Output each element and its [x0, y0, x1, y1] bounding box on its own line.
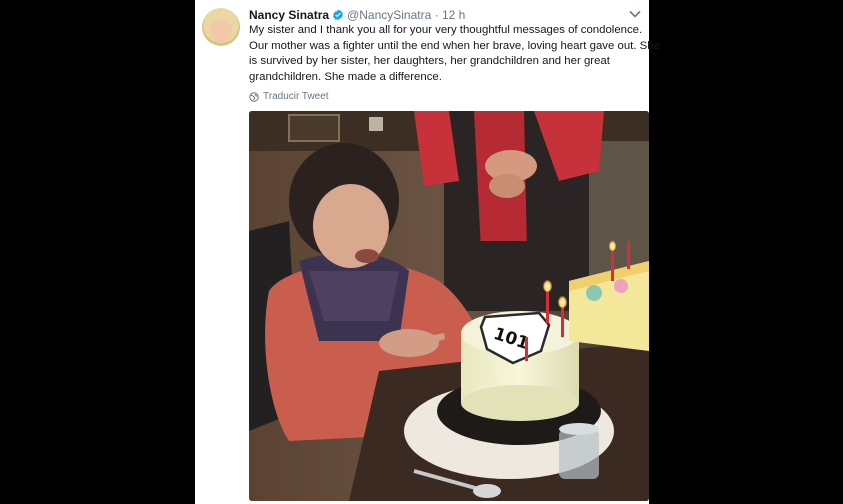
tweet-text-line: Our mother was a fighter until the end w… — [249, 39, 660, 52]
tweet-card: Nancy Sinatra @NancySinatra · 12 h My sis… — [195, 0, 660, 504]
birthday-photo-illustration: 101 — [249, 111, 649, 501]
display-name[interactable]: Nancy Sinatra — [249, 8, 329, 22]
tweet-text-line: My sister and I thank you all for your v… — [249, 24, 643, 36]
tweet-photo[interactable]: 101 — [249, 111, 649, 501]
handle[interactable]: @NancySinatra — [347, 8, 431, 22]
tweet-text-line: is survived by her sister, her daughters… — [249, 55, 610, 67]
timestamp[interactable]: 12 h — [442, 8, 465, 22]
avatar[interactable] — [202, 8, 240, 46]
translate-tweet-link[interactable]: Traducir Tweet — [249, 90, 329, 104]
separator-dot: · — [434, 8, 439, 22]
chevron-down-icon[interactable] — [629, 9, 641, 19]
tweet-text-line: grandchildren. She made a difference. — [249, 70, 442, 83]
globe-icon — [249, 92, 259, 102]
tweet-header: Nancy Sinatra @NancySinatra · 12 h — [249, 6, 641, 24]
tweet-text: My sister and I thank you all for your v… — [249, 23, 660, 85]
translate-label: Traducir Tweet — [263, 91, 329, 102]
verified-badge-icon — [333, 9, 343, 21]
